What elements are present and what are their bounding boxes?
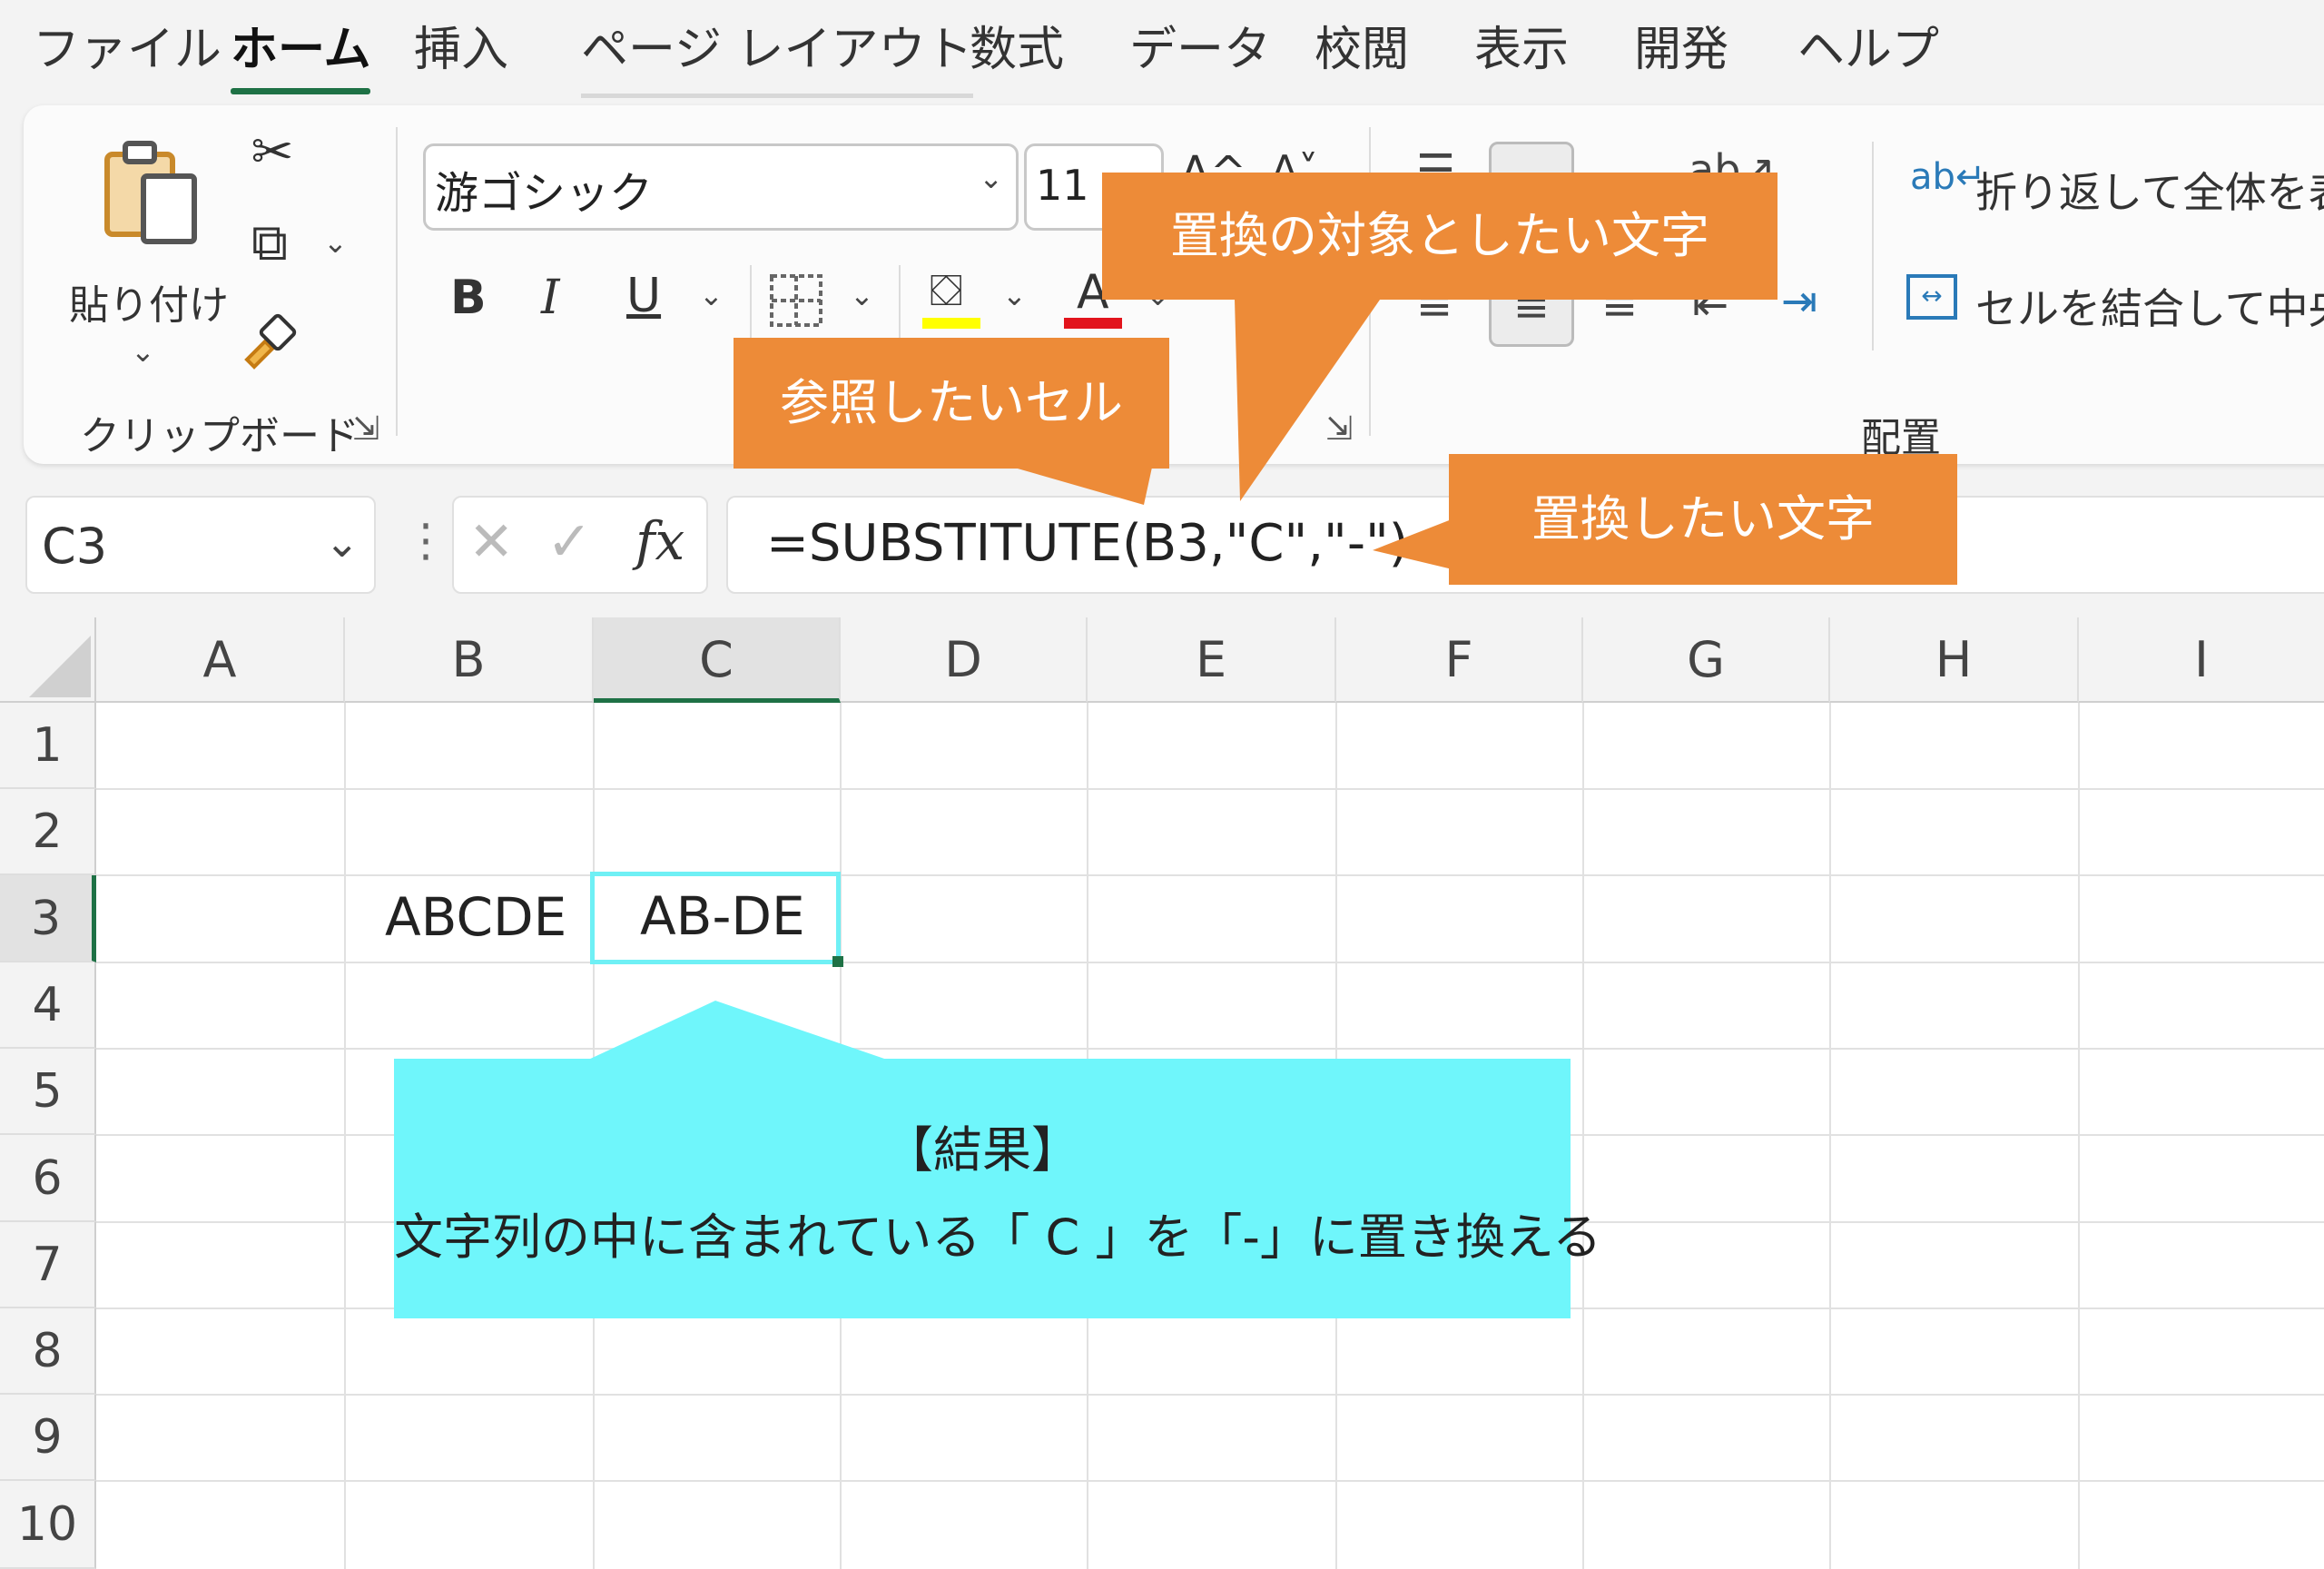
row-header-2[interactable]: 2 [0,789,96,875]
fill-color-icon[interactable]: ⛋ [922,265,980,331]
tab-page-layout[interactable]: ページ レイアウト [581,18,973,98]
select-all-button[interactable] [0,617,96,703]
clipboard-launcher-icon[interactable]: ⇲ [352,410,379,448]
tab-data[interactable]: データ [1129,18,1271,82]
borders-icon[interactable] [768,272,824,329]
row-header-5[interactable]: 5 [0,1049,96,1135]
selected-cell-c3[interactable]: AB-DE [590,872,843,967]
tab-help[interactable]: ヘルプ [1797,18,1939,82]
tab-formulas[interactable]: 数式 [970,18,1064,82]
row-header-1[interactable]: 1 [0,703,96,789]
column-header-h[interactable]: H [1830,617,2079,703]
row-header-4[interactable]: 4 [0,962,96,1049]
font-name-value: 游ゴシック [435,168,654,219]
tab-home[interactable]: ホーム [231,18,371,94]
ribbon-tabs: ファイル ホーム 挿入 ページ レイアウト 数式 データ 校閲 表示 開発 ヘル… [0,0,2324,102]
cut-icon[interactable]: ✂ [245,127,300,178]
callout-ref-cell: 参照したいセル [734,338,1169,469]
callout-target-char: 置換の対象としたい文字 [1102,173,1777,300]
row-header-3[interactable]: 3 [0,875,96,962]
chevron-down-icon: ⌄ [979,161,1003,195]
clipboard-group-label: クリップボード [80,413,359,459]
insert-function-icon[interactable]: fx [635,510,684,572]
row-header-6[interactable]: 6 [0,1135,96,1222]
callout-result: 【結果】 文字列の中に含まれている「 C 」を「-」に置き換える [394,1059,1602,1318]
gridline [96,788,2324,790]
column-header-c[interactable]: C [594,617,841,703]
italic-button[interactable]: I [541,271,560,325]
column-header-e[interactable]: E [1088,617,1336,703]
column-header-f[interactable]: F [1336,617,1583,703]
gridline [344,703,346,1569]
name-box-value: C3 [42,518,108,575]
merge-center-label: セルを結合して中央揃え [1975,284,2324,333]
more-options-icon[interactable]: ⋮ [403,514,448,567]
copy-icon[interactable]: ⧉ [238,218,301,269]
formula-text: =SUBSTITUTE(B3,"C","-") [766,514,1409,573]
paste-button[interactable]: 貼り付け ⌄ [69,127,229,369]
cell-c3-value: AB-DE [640,885,805,947]
separator [1872,142,1874,350]
row-header-10[interactable]: 10 [0,1481,96,1569]
wrap-text-icon: ab↵ [1910,156,1986,198]
underline-button[interactable]: U [626,269,661,323]
tab-review[interactable]: 校閲 [1315,18,1409,82]
separator [750,265,752,343]
row-header-9[interactable]: 9 [0,1395,96,1481]
gridline [96,874,2324,876]
font-size-value: 11 [1036,161,1089,210]
column-header-g[interactable]: G [1583,617,1830,703]
column-header-i[interactable]: I [2079,617,2324,703]
cell-b3[interactable]: ABCDE [385,886,566,948]
tab-file[interactable]: ファイル [33,18,222,82]
clipboard-icon [104,141,197,244]
column-header-d[interactable]: D [841,617,1088,703]
tab-view[interactable]: 表示 [1474,18,1569,82]
result-body: 文字列の中に含まれている「 C 」を「-」に置き換える [394,1209,1602,1266]
enter-icon[interactable]: ✓ [547,510,592,574]
cancel-icon[interactable]: ✕ [468,510,514,574]
gridline [96,962,2324,963]
separator [396,127,398,436]
separator [899,265,901,343]
paste-label: 貼り付け [69,282,229,329]
tab-insert[interactable]: 挿入 [414,18,508,82]
increase-indent-icon[interactable]: ⇥ [1781,276,1817,327]
chevron-down-icon[interactable]: ⌄ [324,518,359,567]
gridline [96,1480,2324,1482]
gridline [2078,703,2080,1569]
tab-developer[interactable]: 開発 [1634,18,1728,82]
fill-handle[interactable] [832,956,843,967]
chevron-down-icon[interactable]: ⌄ [131,334,155,369]
result-title: 【結果】 [884,1121,1080,1179]
gridline [1829,703,1831,1569]
row-header-8[interactable]: 8 [0,1308,96,1395]
borders-chevron-down-icon[interactable]: ⌄ [850,278,874,312]
formula-buttons: ✕ ✓ fx [452,496,708,594]
format-painter-icon[interactable] [240,309,303,372]
gridline [96,1394,2324,1396]
column-header-b[interactable]: B [345,617,594,703]
underline-chevron-down-icon[interactable]: ⌄ [699,278,724,312]
merge-center-icon: ↔ [1906,274,1957,320]
copy-chevron-down-icon[interactable]: ⌄ [323,225,348,260]
name-box[interactable]: C3 ⌄ [25,496,376,594]
font-launcher-icon[interactable]: ⇲ [1325,410,1353,448]
row-header-7[interactable]: 7 [0,1222,96,1308]
fill-chevron-down-icon[interactable]: ⌄ [1002,278,1027,312]
font-name-dropdown[interactable]: 游ゴシック ⌄ [423,143,1019,231]
column-header-a[interactable]: A [96,617,345,703]
wrap-text-label: 折り返して全体を表示 [1975,168,2324,217]
gridline [1582,703,1584,1569]
callout-replace-char: 置換したい文字 [1449,454,1957,585]
gridline [96,1048,2324,1050]
bold-button[interactable]: B [450,271,487,325]
